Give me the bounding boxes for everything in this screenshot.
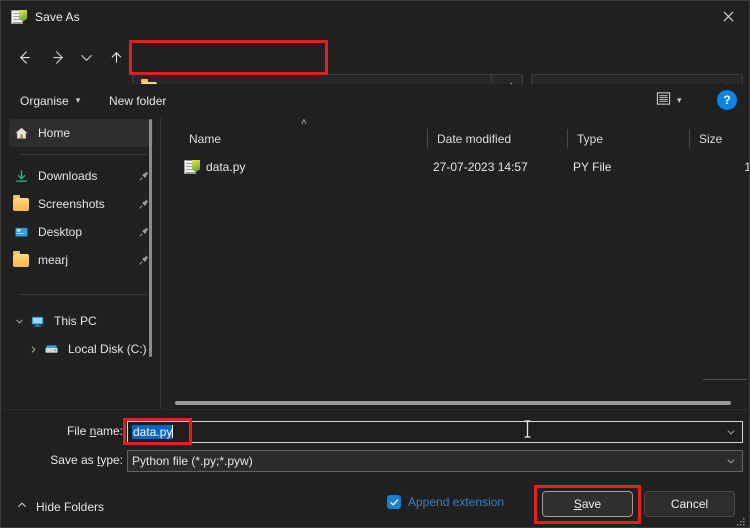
resize-grip[interactable] (736, 514, 746, 526)
save-as-type-select[interactable]: Python file (*.py;*.pyw) (127, 450, 743, 472)
chevron-down-icon[interactable] (720, 455, 742, 467)
file-name-value[interactable]: data.py (128, 425, 720, 439)
sidebar-scrollbar[interactable] (147, 119, 154, 407)
title-bar: Save As (1, 1, 749, 32)
notepad-file-icon (183, 159, 200, 175)
sidebar-item-label: Home (38, 126, 71, 140)
file-name-label: File name: (66, 424, 123, 438)
sidebar-item-screenshots[interactable]: Screenshots (9, 190, 153, 218)
cancel-button[interactable]: Cancel (644, 491, 735, 517)
sidebar-divider-2 (19, 294, 147, 295)
chevron-down-icon[interactable] (720, 426, 742, 438)
file-date-cell: 27-07-2023 14:57 (433, 160, 528, 174)
save-as-type-label: Save as type: (50, 453, 123, 467)
text-cursor (523, 420, 532, 438)
append-extension-checkbox[interactable] (387, 495, 401, 509)
sidebar-item-label: mearj (38, 253, 69, 267)
file-rows: data.py 27-07-2023 14:57 PY File 1 (161, 155, 749, 179)
chevron-up-icon (16, 499, 28, 514)
list-view-icon (656, 91, 671, 111)
desktop-icon (11, 225, 31, 240)
table-row[interactable]: data.py 27-07-2023 14:57 PY File 1 (165, 155, 749, 179)
column-headers: Name Date modified Type Size (161, 127, 749, 153)
sidebar-item-label: Screenshots (38, 197, 105, 211)
vertical-scrollbar[interactable] (703, 379, 747, 380)
arrow-up-icon[interactable] (101, 42, 131, 72)
hide-folders-button[interactable]: Hide Folders (11, 496, 109, 517)
sidebar-item-label: Desktop (38, 225, 83, 239)
organise-label: Organise (20, 93, 69, 108)
help-label: ? (723, 93, 731, 107)
folder-icon (11, 250, 31, 267)
chevron-down-icon: ▾ (677, 95, 682, 105)
file-size-cell: 1 (695, 155, 749, 179)
sidebar-item-desktop[interactable]: Desktop (9, 218, 153, 246)
sidebar-item-label: This PC (54, 314, 97, 328)
close-icon[interactable] (705, 1, 749, 32)
downloads-icon (11, 169, 31, 184)
navigation-bar: › Desktop › analysis (1, 32, 749, 103)
arrow-left-icon[interactable] (9, 42, 39, 72)
new-folder-label: New folder (109, 93, 167, 108)
file-name-selected-text: data.py (132, 425, 173, 439)
file-name-cell[interactable]: data.py (183, 155, 419, 179)
chevron-down-icon[interactable] (11, 316, 27, 327)
save-label: ave (581, 497, 602, 511)
column-header-name[interactable]: Name (181, 127, 421, 151)
sidebar-item-mearj[interactable]: mearj (9, 246, 153, 274)
horizontal-scrollbar[interactable] (175, 399, 749, 406)
save-as-type-value: Python file (*.py;*.pyw) (132, 454, 253, 468)
column-divider[interactable] (567, 129, 568, 148)
sidebar-scrollbar-thumb[interactable] (149, 119, 152, 357)
file-name-label: data.py (206, 160, 246, 174)
append-extension-checkbox-row[interactable]: Append extension (387, 495, 504, 509)
file-list-pane: ˄ Name Date modified Type Size data.py 2… (161, 117, 749, 409)
cancel-label: Cancel (670, 497, 709, 511)
chevron-down-icon[interactable] (75, 42, 97, 72)
chevron-right-icon[interactable] (25, 344, 41, 355)
folder-icon (11, 194, 31, 211)
file-type-cell: PY File (573, 160, 612, 174)
content-area: Home Downloads Screenshots Desktop mearj… (1, 117, 749, 409)
hard-drive-icon (41, 342, 61, 357)
organise-button[interactable]: Organise ▾ (12, 88, 88, 113)
sidebar-divider-1 (19, 154, 147, 155)
horizontal-scrollbar-thumb[interactable] (175, 401, 731, 405)
column-header-size[interactable]: Size (691, 127, 749, 151)
column-divider[interactable] (689, 129, 690, 148)
arrow-right-icon[interactable] (43, 42, 73, 72)
sidebar-item-downloads[interactable]: Downloads (9, 162, 153, 190)
this-pc-icon (27, 314, 47, 329)
sidebar-item-home[interactable]: Home (9, 119, 153, 147)
command-bar: Organise ▾ New folder ▾ ? (1, 84, 749, 117)
append-extension-label: Append extension (408, 495, 505, 509)
sidebar-item-this-pc[interactable]: This PC (9, 307, 153, 335)
text-caret (172, 425, 174, 438)
column-divider[interactable] (427, 129, 428, 148)
new-folder-button[interactable]: New folder (101, 88, 174, 113)
navigation-pane: Home Downloads Screenshots Desktop mearj… (1, 117, 161, 409)
view-options-button[interactable]: ▾ (651, 88, 687, 113)
sidebar-item-local-disk-c[interactable]: Local Disk (C:) (9, 335, 153, 363)
column-header-date-modified[interactable]: Date modified (429, 127, 559, 151)
save-as-dialog: Save As › Desktop › analysis (0, 0, 750, 528)
sidebar-item-label: Downloads (38, 169, 98, 183)
window-title: Save As (35, 9, 80, 24)
hide-folders-label: Hide Folders (36, 499, 105, 514)
help-button[interactable]: ? (717, 90, 737, 110)
save-button[interactable]: Save (542, 491, 633, 517)
chevron-down-icon: ▾ (75, 95, 81, 105)
notepad-file-icon (10, 9, 27, 25)
save-accesskey: S (573, 497, 582, 511)
home-icon (11, 126, 31, 141)
file-name-input[interactable]: data.py (127, 421, 743, 443)
sidebar-item-label: Local Disk (C:) (68, 342, 147, 356)
column-header-type[interactable]: Type (569, 127, 687, 151)
